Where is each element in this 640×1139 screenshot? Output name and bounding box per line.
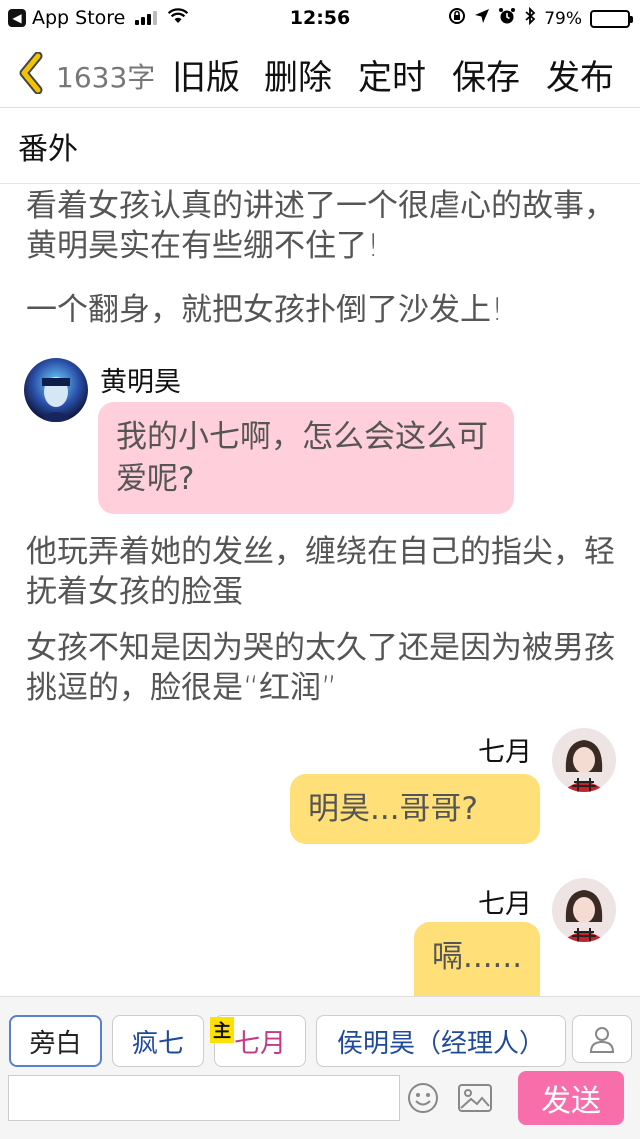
chapter-title[interactable]: 番外 <box>18 124 78 168</box>
location-icon <box>474 8 490 29</box>
narration-paragraph[interactable]: 看着女孩认真的讲述了一个很虐心的故事，黄明昊实在有些绷不住了! <box>26 186 616 266</box>
composer-bar: 旁白 疯七 七月 主 侯明昊（经理人） 发送 <box>0 996 640 1139</box>
chevron-left-icon <box>19 51 43 95</box>
add-role-button[interactable] <box>572 1015 632 1063</box>
smiley-icon <box>408 1083 438 1113</box>
speaker-name: 黄明昊 <box>100 367 181 398</box>
main-role-badge: 主 <box>210 1017 234 1043</box>
narration-paragraph[interactable]: 一个翻身，就把女孩扑倒了沙发上! <box>26 290 616 330</box>
rotation-lock-icon <box>448 7 466 30</box>
alarm-icon <box>498 7 516 30</box>
avatar-qiyue[interactable] <box>552 878 616 942</box>
editor-toolbar: 1633字 旧版 删除 定时 保存 发布 <box>0 38 640 108</box>
avatar-huang-minghao[interactable] <box>24 358 88 422</box>
save-button[interactable]: 保存 <box>452 50 520 99</box>
story-content[interactable]: 看着女孩认真的讲述了一个很虐心的故事，黄明昊实在有些绷不住了! 一个翻身，就把女… <box>0 184 640 996</box>
chat-bubble[interactable]: 嗝...... <box>414 922 540 996</box>
character-count: 1633字 <box>56 61 156 94</box>
delete-button[interactable]: 删除 <box>264 50 332 99</box>
message-input[interactable] <box>8 1075 400 1121</box>
bluetooth-icon <box>524 6 536 30</box>
old-version-button[interactable]: 旧版 <box>172 50 240 99</box>
role-button[interactable]: 侯明昊（经理人） <box>316 1015 566 1067</box>
schedule-button[interactable]: 定时 <box>358 50 426 99</box>
battery-percent: 79% <box>544 8 582 29</box>
speaker-name: 七月 <box>478 737 532 768</box>
status-bar: ◀ App Store 12:56 79% <box>0 0 640 36</box>
status-right: 79% <box>448 6 633 30</box>
chat-bubble[interactable]: 我的小七啊，怎么会这么可爱呢? <box>98 402 514 514</box>
back-button[interactable] <box>16 51 46 95</box>
avatar-qiyue[interactable] <box>552 728 616 792</box>
publish-button[interactable]: 发布 <box>546 50 614 99</box>
role-button[interactable]: 疯七 <box>112 1015 204 1067</box>
role-narrator-button[interactable]: 旁白 <box>9 1015 102 1067</box>
emoji-button[interactable] <box>406 1081 440 1115</box>
image-button[interactable] <box>458 1081 492 1115</box>
speaker-name: 七月 <box>478 889 532 920</box>
person-icon <box>589 1027 615 1053</box>
image-icon <box>458 1084 492 1112</box>
chat-bubble[interactable]: 明昊...哥哥? <box>290 774 540 844</box>
send-button[interactable]: 发送 <box>518 1071 624 1125</box>
battery-icon <box>590 9 633 28</box>
narration-paragraph[interactable]: 他玩弄着她的发丝，缠绕在自己的指尖，轻抚着女孩的脸蛋 <box>26 532 616 612</box>
narration-paragraph[interactable]: 女孩不知是因为哭的太久了还是因为被男孩挑逗的，脸很是“红润” <box>26 628 616 708</box>
